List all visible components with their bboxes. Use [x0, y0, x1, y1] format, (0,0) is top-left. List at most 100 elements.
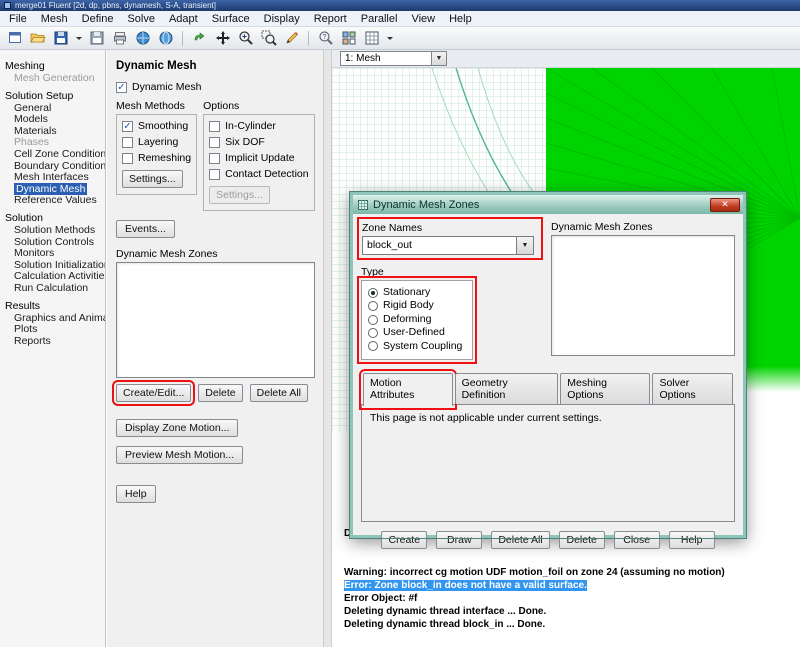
app-icon — [4, 2, 11, 9]
sidebar-item-mesh-generation[interactable]: Mesh Generation — [0, 72, 105, 85]
save-dropdown-icon[interactable] — [73, 29, 84, 48]
checkbox-icon — [209, 121, 221, 132]
dialog-close-button[interactable]: Close — [613, 531, 660, 550]
delete-button[interactable]: Delete — [198, 384, 243, 402]
console-line: Deleting dynamic thread interface ... Do… — [344, 606, 547, 617]
tab-motion-attributes[interactable]: Motion Attributes — [359, 369, 457, 411]
sidebar-item-reference-values[interactable]: Reference Values — [0, 195, 105, 207]
menu-parallel[interactable]: Parallel — [354, 12, 405, 26]
dialog-tabs: Motion Attributes Geometry Definition Me… — [359, 369, 735, 411]
tab-solver-options[interactable]: Solver Options — [652, 373, 733, 405]
dynamic-mesh-task-panel: Dynamic Mesh Dynamic Mesh Mesh Methods S… — [107, 50, 323, 647]
pattern-icon[interactable] — [361, 29, 382, 48]
save-icon[interactable] — [50, 29, 71, 48]
layering-checkbox[interactable]: Layering — [122, 136, 191, 149]
checkbox-icon — [116, 82, 127, 93]
info-sphere-icon[interactable] — [132, 29, 153, 48]
checkbox-icon — [122, 153, 133, 164]
zoom-help-icon[interactable]: ? — [315, 29, 336, 48]
probe-pencil-icon[interactable] — [281, 29, 302, 48]
zoom-box-icon[interactable] — [258, 29, 279, 48]
radio-icon — [368, 341, 378, 352]
menu-display[interactable]: Display — [257, 12, 307, 26]
display-zone-motion-button[interactable]: Display Zone Motion... — [116, 419, 239, 437]
zoom-in-icon[interactable] — [235, 29, 256, 48]
menu-adapt[interactable]: Adapt — [162, 12, 205, 26]
type-deforming-radio[interactable]: Deforming — [368, 313, 466, 326]
type-rigid-body-radio[interactable]: Rigid Body — [368, 299, 466, 312]
pan-icon[interactable] — [212, 29, 233, 48]
toolbar-separator — [308, 30, 309, 46]
options-settings-button: Settings... — [209, 186, 270, 204]
titlebar: merge01 Fluent [2d, dp, pbns, dynamesh, … — [0, 0, 800, 11]
task-help-button[interactable]: Help — [116, 485, 156, 503]
implicit-update-checkbox[interactable]: Implicit Update — [209, 152, 308, 165]
dialog-titlebar[interactable]: Dynamic Mesh Zones ✕ — [353, 195, 743, 214]
events-button[interactable]: Events... — [116, 220, 175, 238]
sidebar-section-solution-setup: Solution Setup — [5, 89, 74, 102]
contact-detection-checkbox[interactable]: Contact Detection — [209, 168, 309, 181]
sync-view-icon[interactable] — [189, 29, 210, 48]
delete-all-button[interactable]: Delete All — [249, 384, 308, 402]
menu-surface[interactable]: Surface — [205, 12, 257, 26]
menu-report[interactable]: Report — [307, 12, 354, 26]
menu-help[interactable]: Help — [442, 12, 479, 26]
in-cylinder-checkbox[interactable]: In-Cylinder — [209, 120, 308, 133]
sidebar-item-run-calculation[interactable]: Run Calculation — [0, 282, 105, 295]
dynamic-mesh-zones-list[interactable] — [116, 262, 315, 378]
zone-name-value: block_out — [362, 236, 517, 255]
type-stationary-radio[interactable]: Stationary — [368, 286, 466, 299]
web-sphere-icon[interactable] — [155, 29, 176, 48]
mesh-methods-settings-button[interactable]: Settings... — [122, 170, 183, 188]
create-edit-button[interactable]: Create/Edit... — [111, 380, 196, 406]
console-line-warning: Warning: incorrect cg motion UDF motion_… — [344, 567, 725, 578]
close-icon[interactable]: ✕ — [710, 197, 740, 212]
view-selector[interactable]: 1: Mesh ▼ — [340, 51, 447, 66]
sidebar-item-reports[interactable]: Reports — [0, 335, 105, 348]
dynamic-mesh-checkbox[interactable]: Dynamic Mesh — [116, 81, 317, 94]
zone-names-combobox[interactable]: block_out ▼ — [362, 236, 534, 255]
menu-view[interactable]: View — [404, 12, 442, 26]
dialog-help-button[interactable]: Help — [668, 531, 715, 550]
options-label: Options — [203, 100, 240, 112]
graphics-window-bar: 1: Mesh ▼ — [332, 50, 800, 68]
tab-geometry-definition[interactable]: Geometry Definition — [454, 373, 559, 405]
menu-solve[interactable]: Solve — [120, 12, 162, 26]
console-line: Deleting dynamic thread block_in ... Don… — [344, 619, 546, 630]
sidebar-section-solution: Solution — [5, 211, 43, 224]
create-button[interactable]: Create — [381, 531, 428, 550]
zone-names-label: Zone Names — [362, 222, 423, 234]
remeshing-checkbox[interactable]: Remeshing — [122, 152, 191, 165]
dialog-delete-all-button[interactable]: Delete All — [491, 531, 550, 550]
mesh-methods-group: Smoothing Layering Remeshing Settings... — [116, 114, 198, 195]
menu-define[interactable]: Define — [75, 12, 121, 26]
type-user-defined-radio[interactable]: User-Defined — [368, 326, 466, 339]
chevron-down-icon[interactable]: ▼ — [517, 236, 534, 255]
preview-mesh-motion-button[interactable]: Preview Mesh Motion... — [116, 446, 244, 464]
menu-mesh[interactable]: Mesh — [34, 12, 75, 26]
draw-button[interactable]: Draw — [436, 531, 483, 550]
window-title: merge01 Fluent [2d, dp, pbns, dynamesh, … — [15, 1, 216, 10]
dialog-delete-button[interactable]: Delete — [558, 531, 605, 550]
panel-splitter[interactable] — [323, 50, 332, 647]
dialog-title: Dynamic Mesh Zones — [373, 198, 480, 211]
menu-file[interactable]: File — [2, 12, 34, 26]
toolbar-dropdown-icon[interactable] — [384, 29, 395, 48]
new-window-icon[interactable] — [4, 29, 25, 48]
dialog-zones-list[interactable] — [551, 235, 735, 356]
tab-meshing-options[interactable]: Meshing Options — [560, 373, 651, 405]
chevron-down-icon[interactable]: ▼ — [432, 51, 447, 66]
motion-attributes-tab-panel: This page is not applicable under curren… — [361, 404, 735, 523]
sidebar-item-mesh-interfaces[interactable]: Mesh Interfaces — [0, 171, 105, 184]
open-folder-icon[interactable] — [27, 29, 48, 48]
view-selector-value: 1: Mesh — [340, 51, 432, 66]
smoothing-checkbox[interactable]: Smoothing — [122, 120, 191, 133]
save-data-icon[interactable] — [86, 29, 107, 48]
type-system-coupling-radio[interactable]: System Coupling — [368, 340, 466, 353]
six-dof-checkbox[interactable]: Six DOF — [209, 136, 308, 149]
layer-grid-icon[interactable] — [338, 29, 359, 48]
print-icon[interactable] — [109, 29, 130, 48]
dialog-button-row: Create Draw Delete All Delete Close Help — [361, 531, 735, 550]
toolbar: ? — [0, 27, 800, 50]
